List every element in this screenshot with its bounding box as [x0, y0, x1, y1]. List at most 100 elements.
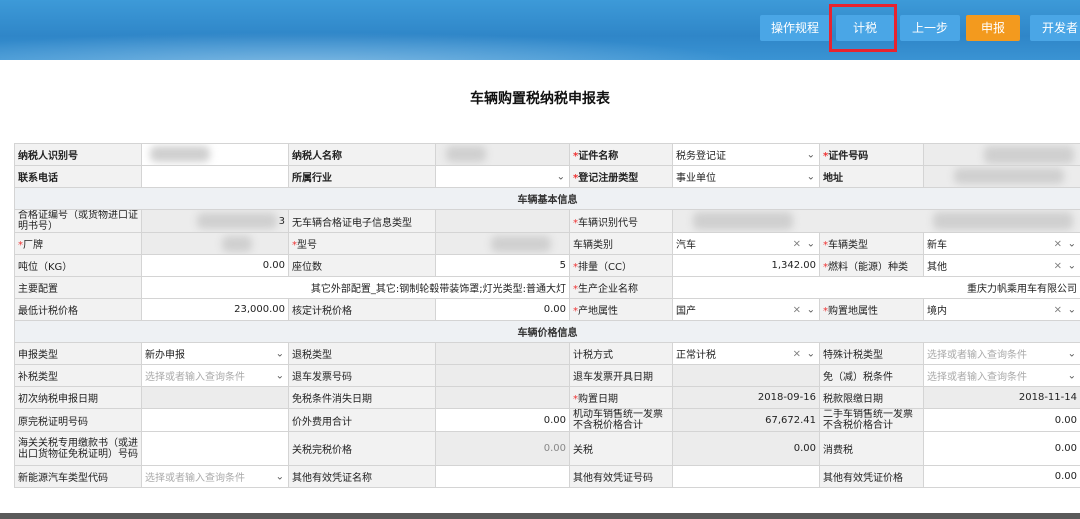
- min-taxable-price-label: 最低计税价格: [14, 298, 142, 321]
- displacement-label: *排量（CC）: [569, 254, 673, 277]
- no-certificate-type-field[interactable]: [435, 209, 570, 233]
- phone-field[interactable]: [141, 165, 289, 188]
- brand-field[interactable]: [141, 232, 289, 255]
- extra-fees-field[interactable]: 0.00: [435, 408, 570, 432]
- approved-taxable-price-label: 核定计税价格: [288, 298, 436, 321]
- consumption-tax-field[interactable]: 0.00: [923, 431, 1080, 466]
- payment-deadline-field[interactable]: 2018-11-14: [923, 386, 1080, 409]
- clear-x-icon[interactable]: ×: [793, 348, 801, 359]
- main-config-field[interactable]: 其它外部配置_其它:钢制轮毂带装饰罩;灯光类型:普通大灯: [141, 276, 570, 299]
- section-header: 车辆价格信息: [14, 320, 1080, 343]
- used-car-invoice-total-label: 二手车销售统一发票不含税价格合计: [819, 408, 924, 432]
- taxpayer-id-field[interactable]: [141, 143, 289, 166]
- other-voucher-name-field[interactable]: [435, 465, 570, 488]
- supplementary-tax-type-select[interactable]: 选择或者输入查询条件 ⌄: [141, 364, 289, 387]
- vin-field[interactable]: [672, 209, 1080, 233]
- table-row: 纳税人识别号 纳税人名称 *证件名称 税务登记证 ⌄ *证件号码: [14, 143, 1080, 166]
- seats-field[interactable]: 5: [435, 254, 570, 277]
- fuel-type-select[interactable]: 其他 × ⌄: [923, 254, 1080, 277]
- chevron-down-icon[interactable]: ⌄: [807, 304, 815, 315]
- certificate-number-field[interactable]: 3: [141, 209, 289, 233]
- clear-x-icon[interactable]: ×: [1054, 238, 1062, 249]
- taxpayer-id-label: 纳税人识别号: [14, 143, 142, 166]
- customs-value-label: 关税完税价格: [288, 431, 436, 466]
- chevron-down-icon[interactable]: ⌄: [276, 348, 284, 359]
- original-certificate-field[interactable]: [141, 408, 289, 432]
- table-row: 原完税证明号码 价外费用合计 0.00 机动车销售统一发票不含税价格合计 67,…: [14, 408, 1080, 432]
- rules-button[interactable]: 操作规程: [760, 15, 830, 41]
- chevron-down-icon[interactable]: ⌄: [807, 171, 815, 182]
- other-voucher-price-field[interactable]: 0.00: [923, 465, 1080, 488]
- clear-x-icon[interactable]: ×: [793, 238, 801, 249]
- approved-taxable-price-field[interactable]: 0.00: [435, 298, 570, 321]
- tax-method-select[interactable]: 正常计税 × ⌄: [672, 342, 820, 365]
- table-row: 初次纳税申报日期 免税条件消失日期 *购置日期 2018-09-16 税款限缴日…: [14, 386, 1080, 409]
- chevron-down-icon[interactable]: ⌄: [807, 238, 815, 249]
- clear-x-icon[interactable]: ×: [793, 304, 801, 315]
- submit-button[interactable]: 申报: [966, 15, 1020, 41]
- table-row: 吨位（KG） 0.00 座位数 5 *排量（CC） 1,342.00 *燃料（能…: [14, 254, 1080, 277]
- chevron-down-icon[interactable]: ⌄: [1068, 238, 1076, 249]
- special-tax-type-select[interactable]: 选择或者输入查询条件 ⌄: [923, 342, 1080, 365]
- customs-value-field[interactable]: 0.00: [435, 431, 570, 466]
- purchase-location-select[interactable]: 境内 × ⌄: [923, 298, 1080, 321]
- chevron-down-icon[interactable]: ⌄: [276, 370, 284, 381]
- chevron-down-icon[interactable]: ⌄: [807, 149, 815, 160]
- chevron-down-icon[interactable]: ⌄: [807, 348, 815, 359]
- clear-x-icon[interactable]: ×: [1054, 304, 1062, 315]
- banner-decoration: [0, 32, 760, 60]
- clear-x-icon[interactable]: ×: [1054, 260, 1062, 271]
- other-voucher-number-field[interactable]: [672, 465, 820, 488]
- brand-label: *厂牌: [14, 232, 142, 255]
- origin-select[interactable]: 国产 × ⌄: [672, 298, 820, 321]
- new-car-invoice-total-field[interactable]: 67,672.41: [672, 408, 820, 432]
- purchase-date-field[interactable]: 2018-09-16: [672, 386, 820, 409]
- exemption-end-date-field[interactable]: [435, 386, 570, 409]
- vehicle-type-select[interactable]: 新车 × ⌄: [923, 232, 1080, 255]
- id-number-field[interactable]: [923, 143, 1080, 166]
- bottom-scrollbar[interactable]: [0, 513, 1080, 519]
- id-type-select[interactable]: 税务登记证 ⌄: [672, 143, 820, 166]
- chevron-down-icon[interactable]: ⌄: [1068, 304, 1076, 315]
- manufacturer-field[interactable]: 重庆力帆乘用车有限公司: [672, 276, 1080, 299]
- return-invoice-date-field[interactable]: [672, 364, 820, 387]
- registration-type-select[interactable]: 事业单位 ⌄: [672, 165, 820, 188]
- model-field[interactable]: [435, 232, 570, 255]
- min-taxable-price-field[interactable]: 23,000.00: [141, 298, 289, 321]
- refund-type-field[interactable]: [435, 342, 570, 365]
- vehicle-category-select[interactable]: 汽车 × ⌄: [672, 232, 820, 255]
- industry-select[interactable]: ⌄: [435, 165, 570, 188]
- displacement-field[interactable]: 1,342.00: [672, 254, 820, 277]
- chevron-down-icon[interactable]: ⌄: [1068, 260, 1076, 271]
- chevron-down-icon[interactable]: ⌄: [1068, 370, 1076, 381]
- chevron-down-icon[interactable]: ⌄: [557, 171, 565, 182]
- purchase-location-label: *购置地属性: [819, 298, 924, 321]
- highlight-box: [829, 4, 897, 52]
- declaration-type-select[interactable]: 新办申报 ⌄: [141, 342, 289, 365]
- first-declaration-date-field[interactable]: [141, 386, 289, 409]
- exemption-condition-select[interactable]: 选择或者输入查询条件 ⌄: [923, 364, 1080, 387]
- customs-payment-number-field[interactable]: [141, 431, 289, 466]
- chevron-down-icon[interactable]: ⌄: [1068, 348, 1076, 359]
- prev-step-button[interactable]: 上一步: [900, 15, 960, 41]
- address-field[interactable]: [923, 165, 1080, 188]
- declaration-form: 纳税人识别号 纳税人名称 *证件名称 税务登记证 ⌄ *证件号码 联系电话 所属行…: [14, 143, 1080, 488]
- chevron-down-icon[interactable]: ⌄: [276, 471, 284, 482]
- customs-payment-number-label: 海关关税专用缴款书（或进出口货物征免税证明）号码: [14, 431, 142, 466]
- section-title-price-info: 车辆价格信息: [14, 320, 1080, 343]
- developer-button[interactable]: 开发者: [1030, 15, 1080, 41]
- taxpayer-name-field[interactable]: [435, 143, 570, 166]
- tariff-field[interactable]: 0.00: [672, 431, 820, 466]
- used-car-invoice-total-field[interactable]: 0.00: [923, 408, 1080, 432]
- return-invoice-number-field[interactable]: [435, 364, 570, 387]
- tonnage-label: 吨位（KG）: [14, 254, 142, 277]
- page-title: 车辆购置税纳税申报表: [470, 91, 610, 107]
- address-label: 地址: [819, 165, 924, 188]
- tonnage-field[interactable]: 0.00: [141, 254, 289, 277]
- id-number-label: *证件号码: [819, 143, 924, 166]
- new-energy-type-select[interactable]: 选择或者输入查询条件 ⌄: [141, 465, 289, 488]
- return-invoice-number-label: 退车发票号码: [288, 364, 436, 387]
- manufacturer-label: *生产企业名称: [569, 276, 673, 299]
- origin-label: *产地属性: [569, 298, 673, 321]
- id-type-label: *证件名称: [569, 143, 673, 166]
